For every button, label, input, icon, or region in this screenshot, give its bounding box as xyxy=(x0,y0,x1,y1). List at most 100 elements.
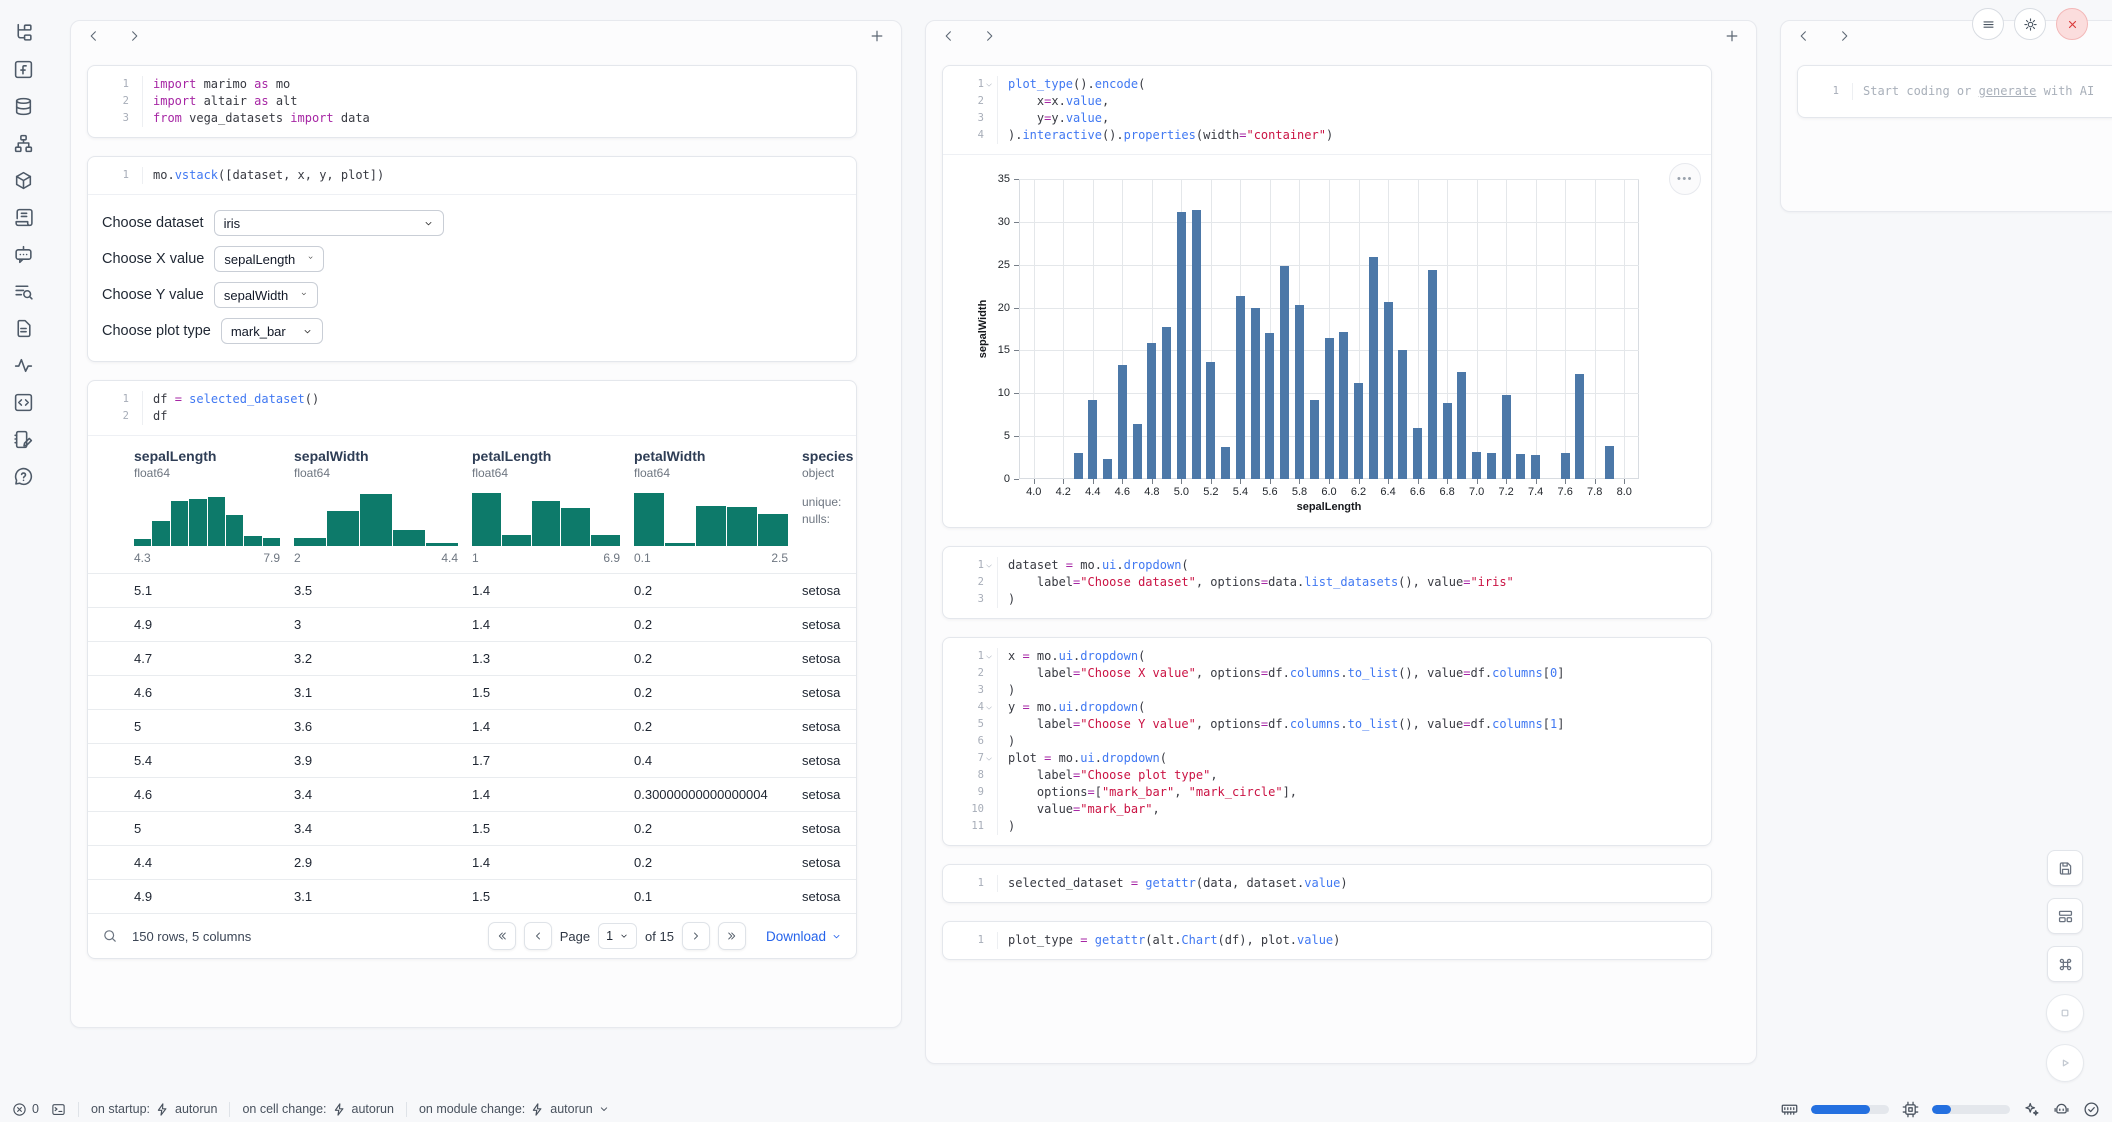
sidebar-activity-icon[interactable] xyxy=(13,355,34,376)
keyboard-shortcuts-button[interactable] xyxy=(2047,946,2083,982)
chart-bar xyxy=(1428,270,1437,479)
on-module-change-setting[interactable]: on module change: autorun xyxy=(419,1102,610,1117)
add-cell-icon[interactable] xyxy=(869,28,885,44)
ai-sparkles-icon[interactable] xyxy=(2023,1101,2040,1118)
histogram-bar xyxy=(134,539,151,546)
run-all-button[interactable] xyxy=(2046,1044,2084,1082)
code-text: label="Choose X value", options=df.colum… xyxy=(1008,665,1564,682)
range-max: 7.9 xyxy=(263,551,280,565)
code-editor[interactable]: 1x = mo.ui.dropdown(2 label="Choose X va… xyxy=(943,638,1711,845)
column-collapse-right-icon[interactable] xyxy=(127,29,141,43)
y-tick xyxy=(1014,265,1019,266)
page-select[interactable]: 1 xyxy=(598,923,637,949)
settings-button[interactable] xyxy=(2014,8,2046,40)
layout-toggle-button[interactable] xyxy=(2047,898,2083,934)
x-tick xyxy=(1181,479,1182,484)
line-number-text: 1 xyxy=(123,76,129,93)
altair-bar-chart[interactable]: 051015202530354.04.24.44.64.85.05.25.45.… xyxy=(969,171,1659,515)
sidebar-chat-bot-icon[interactable] xyxy=(13,244,34,265)
table-row[interactable]: 5.13.51.40.2setosa xyxy=(88,573,856,607)
stop-all-button[interactable] xyxy=(2046,994,2084,1032)
chart-bar xyxy=(1384,302,1393,479)
code-editor[interactable]: 1dataset = mo.ui.dropdown(2 label="Choos… xyxy=(943,547,1711,618)
x-tick-label: 6.8 xyxy=(1439,486,1454,498)
table-row[interactable]: 4.63.11.50.2setosa xyxy=(88,675,856,709)
last-page-button[interactable] xyxy=(718,922,746,950)
code-line: 3 y=y.value, xyxy=(955,110,1699,127)
save-notebook-button[interactable] xyxy=(2047,850,2083,886)
table-row[interactable]: 53.61.40.2setosa xyxy=(88,709,856,743)
chart-bar xyxy=(1162,327,1171,479)
code-editor[interactable]: 1import marimo as mo2import altair as al… xyxy=(88,66,856,137)
sidebar-snippets-icon[interactable] xyxy=(13,392,34,413)
sidebar-scratchpad-icon[interactable] xyxy=(13,429,34,450)
circle-x-icon xyxy=(12,1102,27,1117)
sidebar-file-tree-icon[interactable] xyxy=(13,22,34,43)
table-row[interactable]: 4.63.41.40.30000000000000004setosa xyxy=(88,777,856,811)
code-editor[interactable]: 1mo.vstack([dataset, x, y, plot]) xyxy=(88,157,856,194)
code-line: 5 label="Choose Y value", options=df.col… xyxy=(955,716,1699,733)
code-editor[interactable]: 1Start coding or generate with AI xyxy=(1798,66,2112,117)
y-axis-title: sepalWidth xyxy=(977,300,989,359)
choose-dataset-select[interactable]: iris xyxy=(214,210,444,236)
sidebar-help-icon[interactable] xyxy=(13,466,34,487)
error-counter[interactable]: 0 xyxy=(12,1102,39,1117)
table-row[interactable]: 4.93.11.50.1setosa xyxy=(88,879,856,913)
table-row[interactable]: 4.42.91.40.2setosa xyxy=(88,845,856,879)
on-cell-change-setting[interactable]: on cell change: autorun xyxy=(242,1102,394,1117)
table-row[interactable]: 4.931.40.2setosa xyxy=(88,607,856,641)
sidebar-dependency-graph-icon[interactable] xyxy=(13,133,34,154)
column-collapse-left-icon[interactable] xyxy=(942,29,956,43)
sidebar-document-icon[interactable] xyxy=(13,318,34,339)
column-collapse-left-icon[interactable] xyxy=(87,29,101,43)
chart-bar xyxy=(1118,365,1127,479)
sidebar-scroll-icon[interactable] xyxy=(13,207,34,228)
x-tick-label: 7.6 xyxy=(1558,486,1573,498)
table-row[interactable]: 5.43.91.70.4setosa xyxy=(88,743,856,777)
code-editor[interactable]: 1selected_dataset = getattr(data, datase… xyxy=(943,865,1711,902)
add-cell-icon[interactable] xyxy=(1724,28,1740,44)
table-row[interactable]: 4.73.21.30.2setosa xyxy=(88,641,856,675)
sidebar-database-icon[interactable] xyxy=(13,96,34,117)
code-editor[interactable]: 1plot_type().encode(2 x=x.value,3 y=y.va… xyxy=(943,66,1711,154)
column-header-sepalLength: sepalLengthfloat644.37.9 xyxy=(134,448,294,565)
sidebar-function-square-icon[interactable] xyxy=(13,59,34,80)
code-editor[interactable]: 1df = selected_dataset()2df xyxy=(88,381,856,435)
chart-menu-button[interactable]: ••• xyxy=(1669,163,1701,195)
x-tick xyxy=(1536,479,1537,484)
line-number: 1 xyxy=(955,648,998,665)
table-row[interactable]: 53.41.50.2setosa xyxy=(88,811,856,845)
code-line: 8 label="Choose plot type", xyxy=(955,767,1699,784)
code-text: y=y.value, xyxy=(1008,110,1109,127)
sidebar-package-icon[interactable] xyxy=(13,170,34,191)
code-editor[interactable]: 1plot_type = getattr(alt.Chart(df), plot… xyxy=(943,922,1711,959)
shutdown-button[interactable] xyxy=(2056,8,2088,40)
column-collapse-right-icon[interactable] xyxy=(982,29,996,43)
column-collapse-right-icon[interactable] xyxy=(1837,29,1851,43)
code-text: ) xyxy=(1008,733,1015,750)
table-cell: 0.2 xyxy=(634,583,802,598)
choose-x-value-select[interactable]: sepalLength xyxy=(214,246,324,272)
choose-y-value-select[interactable]: sepalWidth xyxy=(214,282,318,308)
column-collapse-left-icon[interactable] xyxy=(1797,29,1811,43)
table-cell: 0.2 xyxy=(634,617,802,632)
sidebar-list-search-icon[interactable] xyxy=(13,281,34,302)
code-line: 1x = mo.ui.dropdown( xyxy=(955,648,1699,665)
table-cell: 4.9 xyxy=(134,889,294,904)
line-number: 1 xyxy=(955,932,998,949)
choose-plot-type-select[interactable]: mark_bar xyxy=(221,318,323,344)
memory-icon xyxy=(1781,1101,1798,1118)
x-tick-label: 5.2 xyxy=(1203,486,1218,498)
connection-status-icon[interactable] xyxy=(2083,1101,2100,1118)
copilot-icon[interactable] xyxy=(2053,1101,2070,1118)
x-tick-label: 6.6 xyxy=(1410,486,1425,498)
download-button[interactable]: Download xyxy=(766,929,842,944)
terminal-button[interactable] xyxy=(51,1102,66,1117)
histogram-bar xyxy=(263,538,280,546)
prev-page-button[interactable] xyxy=(524,922,552,950)
notebook-menu-button[interactable] xyxy=(1972,8,2004,40)
on-startup-setting[interactable]: on startup: autorun xyxy=(91,1102,217,1117)
first-page-button[interactable] xyxy=(488,922,516,950)
next-page-button[interactable] xyxy=(682,922,710,950)
line-number: 2 xyxy=(955,665,998,682)
